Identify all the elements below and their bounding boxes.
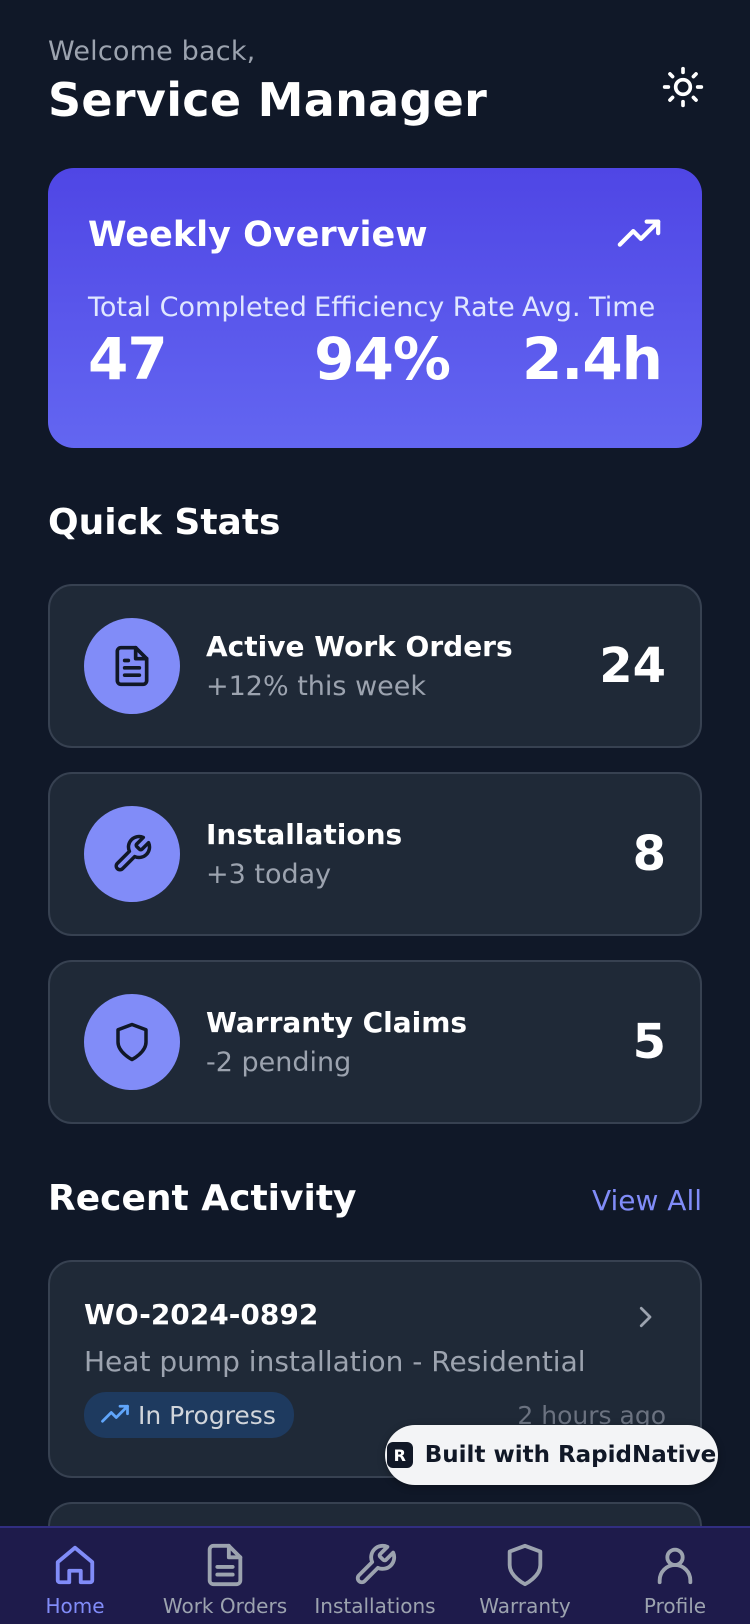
quick-stat-subtitle: +3 today xyxy=(206,859,332,890)
quick-stat-title: Warranty Claims xyxy=(206,1006,468,1039)
sun-icon xyxy=(662,66,704,108)
quick-stat-icon-circle xyxy=(84,806,180,902)
overview-stat-avg-time: Avg. Time 2.4h xyxy=(521,292,663,393)
welcome-text: Welcome back, xyxy=(48,36,256,67)
tab-label: Work Orders xyxy=(162,1594,288,1618)
quick-stat-subtitle: -2 pending xyxy=(206,1047,352,1078)
stat-value: 94% xyxy=(314,325,451,393)
theme-toggle-button[interactable] xyxy=(658,62,708,112)
tab-label: Profile xyxy=(643,1594,707,1618)
rapidnative-logo-icon: R xyxy=(386,1442,413,1468)
document-icon xyxy=(115,645,149,687)
trending-up-icon xyxy=(617,219,661,247)
tab-label: Home xyxy=(45,1594,105,1618)
wrench-icon xyxy=(355,1543,397,1585)
overview-stat-total-completed: Total Completed 47 xyxy=(88,292,307,393)
app-screen: Welcome back, Service Manager Weekly Ove… xyxy=(0,0,750,1624)
home-icon xyxy=(55,1545,95,1585)
trending-up-icon xyxy=(101,1404,129,1423)
built-with-label: Built with RapidNative xyxy=(424,1442,717,1468)
view-all-link[interactable]: View All xyxy=(592,1184,702,1217)
tab-profile[interactable]: Profile xyxy=(600,1542,750,1624)
quick-stat-value: 5 xyxy=(632,1014,666,1070)
quick-stats-heading: Quick Stats xyxy=(48,502,281,543)
tab-label: Installations xyxy=(314,1594,436,1618)
quick-stat-title: Installations xyxy=(206,818,403,851)
work-order-description: Heat pump installation - Residential xyxy=(84,1345,586,1378)
quick-stat-icon-circle xyxy=(84,618,180,714)
stat-label: Avg. Time xyxy=(521,292,656,323)
quick-stat-subtitle: +12% this week xyxy=(206,671,427,702)
tab-warranty[interactable]: Warranty xyxy=(450,1542,600,1624)
header: Welcome back, Service Manager xyxy=(48,36,708,127)
quick-stat-installations[interactable]: Installations +3 today 8 xyxy=(48,772,702,936)
page-title: Service Manager xyxy=(48,73,488,127)
shield-icon xyxy=(116,1022,148,1062)
quick-stat-warranty-claims[interactable]: Warranty Claims -2 pending 5 xyxy=(48,960,702,1124)
status-text: In Progress xyxy=(138,1400,276,1430)
stat-label: Efficiency Rate xyxy=(314,292,515,323)
user-icon xyxy=(657,1547,693,1585)
tab-installations[interactable]: Installations xyxy=(300,1542,450,1624)
work-order-id: WO-2024-0892 xyxy=(84,1298,319,1331)
quick-stat-value: 8 xyxy=(632,826,666,882)
stat-value: 2.4h xyxy=(521,325,663,393)
shield-icon xyxy=(507,1543,543,1587)
wrench-icon xyxy=(114,834,152,872)
overview-stat-efficiency-rate: Efficiency Rate 94% xyxy=(314,292,515,393)
quick-stat-icon-circle xyxy=(84,994,180,1090)
chevron-right-icon xyxy=(639,1306,652,1328)
built-with-badge[interactable]: R Built with RapidNative xyxy=(385,1425,718,1485)
quick-stat-active-work-orders[interactable]: Active Work Orders +12% this week 24 xyxy=(48,584,702,748)
overview-title: Weekly Overview xyxy=(88,215,428,255)
tab-home[interactable]: Home xyxy=(0,1542,150,1624)
stat-value: 47 xyxy=(88,325,168,393)
document-icon xyxy=(207,1543,243,1587)
quick-stat-value: 24 xyxy=(599,638,666,694)
bottom-tab-bar: Home Work Orders Installations Warranty xyxy=(0,1526,750,1624)
status-badge: In Progress xyxy=(84,1392,294,1438)
quick-stat-title: Active Work Orders xyxy=(206,630,513,663)
weekly-overview-card: Weekly Overview Total Completed 47 Effic… xyxy=(48,168,702,448)
tab-label: Warranty xyxy=(479,1594,571,1618)
tab-work-orders[interactable]: Work Orders xyxy=(150,1542,300,1624)
stat-label: Total Completed xyxy=(88,292,307,323)
recent-activity-heading: Recent Activity xyxy=(48,1178,357,1219)
